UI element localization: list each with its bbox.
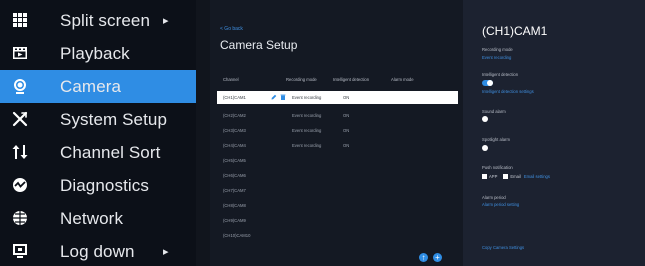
- channel-cell: (CH5)CAM5: [223, 158, 246, 163]
- menu-item-network[interactable]: Network: [0, 202, 196, 235]
- table-row[interactable]: (CH2)CAM2 Event recording ON: [217, 109, 458, 122]
- toggle-knob: [482, 116, 488, 122]
- table-row[interactable]: (CH10)CAM10: [217, 229, 458, 242]
- channel-cell: (CH4)CAM4: [223, 143, 246, 148]
- recording-mode-cell: Event recording: [292, 128, 322, 133]
- menu-label: System Setup: [60, 109, 168, 129]
- email-checkbox[interactable]: [503, 174, 509, 179]
- menu-label: Playback: [60, 43, 130, 63]
- channel-cell: (CH3)CAM3: [223, 128, 246, 133]
- row-actions: [271, 94, 286, 100]
- push-notification-options: APP Email Email settings: [482, 174, 550, 179]
- menu-label: Camera: [60, 76, 122, 96]
- table-row[interactable]: (CH3)CAM3 Event recording ON: [217, 124, 458, 137]
- menu-item-camera[interactable]: Camera: [0, 70, 196, 103]
- table-row[interactable]: (CH7)CAM7: [217, 184, 458, 197]
- table-row[interactable]: (CH8)CAM8: [217, 199, 458, 212]
- channel-cell: (CH7)CAM7: [223, 188, 246, 193]
- sort-icon: [12, 144, 28, 160]
- alarm-period-setting-link[interactable]: Alarm period setting: [482, 202, 519, 207]
- alarm-period-label: Alarm period: [482, 195, 506, 200]
- detection-cell: ON: [343, 113, 350, 118]
- recording-mode-cell: Event recording: [292, 113, 322, 118]
- intelligent-detection-toggle[interactable]: [482, 80, 493, 86]
- detection-cell: ON: [343, 95, 350, 100]
- monitor-icon: [12, 243, 28, 259]
- channel-cell: (CH9)CAM9: [223, 218, 246, 223]
- recording-mode-cell: Event recording: [292, 95, 322, 100]
- menu-item-channel-sort[interactable]: Channel Sort: [0, 136, 196, 169]
- chevron-right-icon: ▸: [163, 246, 169, 258]
- menu-label: Split screen: [60, 10, 151, 30]
- channel-cell: (CH8)CAM8: [223, 203, 246, 208]
- menu-label: Network: [60, 208, 124, 228]
- spotlight-alarm-toggle[interactable]: [482, 145, 493, 151]
- column-header-alarm-mode: Alarm mode: [391, 77, 414, 82]
- email-settings-link[interactable]: Email settings: [524, 174, 550, 179]
- camera-setup-content: < Go back Camera Setup Channel Recording…: [210, 0, 463, 266]
- main-menu: Split screen ▸ Playback Camera System Se…: [0, 0, 196, 266]
- film-icon: [12, 45, 28, 61]
- camera-icon: [12, 78, 28, 94]
- globe-icon: [12, 210, 28, 226]
- camera-setup-panel: < Go back Camera Setup Channel Recording…: [196, 0, 463, 266]
- page-title: Camera Setup: [220, 38, 298, 52]
- table-row[interactable]: (CH9)CAM9: [217, 214, 458, 227]
- app-checkbox-label: APP: [489, 174, 498, 179]
- toggle-knob: [487, 80, 493, 86]
- sound-alarm-label: Sound alarm: [482, 109, 506, 114]
- recording-mode-value[interactable]: Event recording: [482, 55, 511, 60]
- copy-camera-settings-link[interactable]: Copy Camera Settings: [482, 245, 524, 250]
- channel-cell: (CH6)CAM6: [223, 173, 246, 178]
- intelligent-detection-settings-link[interactable]: Intelligent detection settings: [482, 89, 534, 94]
- channel-cell: (CH2)CAM2: [223, 113, 246, 118]
- diagnostics-icon: [12, 177, 28, 193]
- go-back-link[interactable]: < Go back: [220, 26, 243, 32]
- add-icon[interactable]: +: [433, 253, 442, 262]
- intelligent-detection-label: Intelligent detection: [482, 72, 519, 77]
- menu-item-playback[interactable]: Playback: [0, 37, 196, 70]
- camera-title: (CH1)CAM1: [482, 24, 548, 38]
- camera-detail-panel: (CH1)CAM1 Recording mode Event recording…: [463, 0, 645, 266]
- column-header-recording-mode: Recording mode: [286, 77, 317, 82]
- table-row[interactable]: (CH1)CAM1 Event recording ON: [217, 91, 458, 104]
- menu-label: Log down: [60, 241, 135, 261]
- menu-item-split-screen[interactable]: Split screen ▸: [0, 4, 196, 37]
- detection-cell: ON: [343, 143, 350, 148]
- channel-cell: (CH10)CAM10: [223, 233, 251, 238]
- email-checkbox-label: Email: [510, 174, 521, 179]
- table-row[interactable]: (CH4)CAM4 Event recording ON: [217, 139, 458, 152]
- chevron-right-icon: ▸: [163, 15, 169, 27]
- menu-item-log-down[interactable]: Log down ▸: [0, 235, 196, 266]
- menu-label: Diagnostics: [60, 175, 149, 195]
- detection-cell: ON: [343, 128, 350, 133]
- column-header-channel: Channel: [223, 77, 239, 82]
- menu-item-diagnostics[interactable]: Diagnostics: [0, 169, 196, 202]
- delete-icon[interactable]: [280, 94, 286, 100]
- spotlight-alarm-label: Spotlight alarm: [482, 137, 510, 142]
- recording-mode-label: Recording mode: [482, 47, 513, 52]
- recording-mode-cell: Event recording: [292, 143, 322, 148]
- table-row[interactable]: (CH6)CAM6: [217, 169, 458, 182]
- upload-icon[interactable]: ↑: [419, 253, 428, 262]
- sound-alarm-toggle[interactable]: [482, 116, 493, 122]
- table-row[interactable]: (CH5)CAM5: [217, 154, 458, 167]
- channel-cell: (CH1)CAM1: [223, 95, 246, 100]
- grid-icon: [12, 12, 28, 28]
- edit-icon[interactable]: [271, 94, 277, 100]
- app-checkbox[interactable]: [482, 174, 487, 179]
- menu-label: Channel Sort: [60, 142, 161, 162]
- tools-icon: [12, 111, 28, 127]
- menu-item-system-setup[interactable]: System Setup: [0, 103, 196, 136]
- push-notification-label: Push notification: [482, 165, 513, 170]
- toggle-knob: [482, 145, 488, 151]
- column-header-intelligent-detection: Intelligent detection: [333, 77, 370, 82]
